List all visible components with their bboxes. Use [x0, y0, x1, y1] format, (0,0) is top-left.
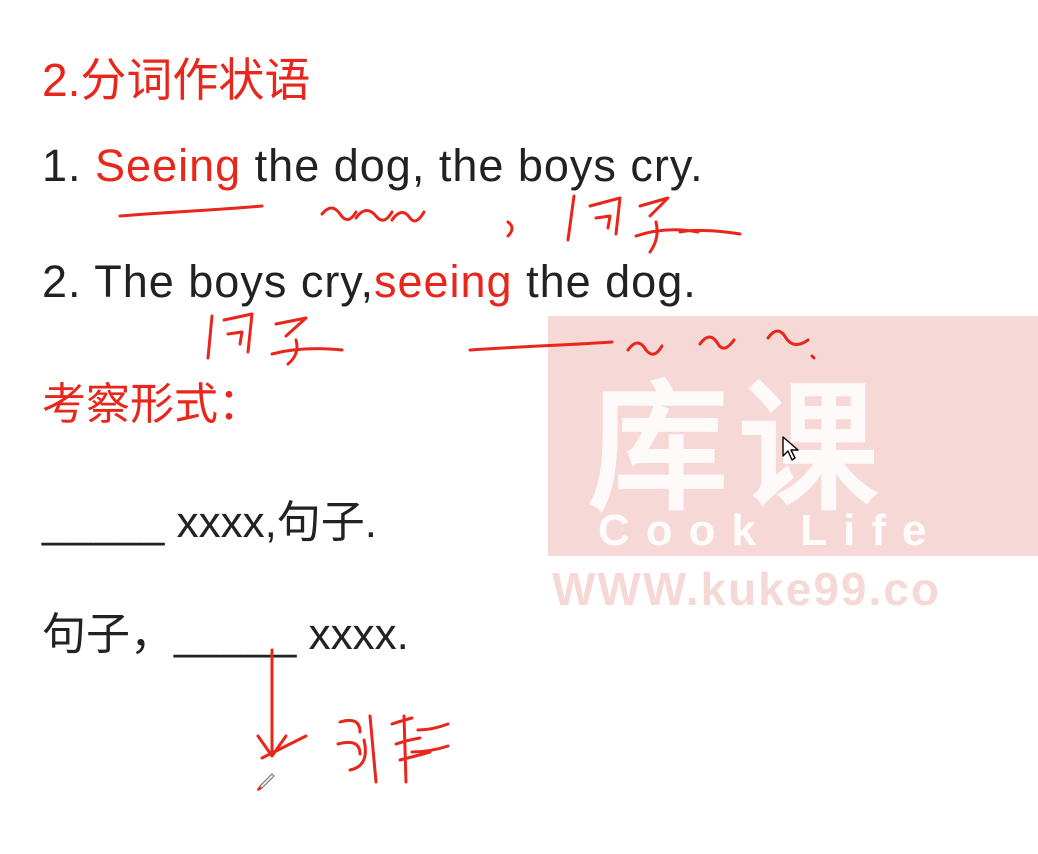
- sentence-2-rest: the dog.: [512, 256, 697, 307]
- arrow-cursor-icon: [782, 436, 799, 461]
- ink-xxx-1: [320, 206, 426, 223]
- example-sentence-2: 2. The boys cry,seeing the dog.: [42, 256, 697, 308]
- pattern-1: _____ xxxx,句子.: [42, 498, 378, 547]
- pattern-2: 句子，_____ xxxx.: [42, 610, 409, 659]
- ink-arrow: [256, 648, 308, 760]
- sentence-1-number: 1.: [42, 140, 96, 191]
- form-heading: 考察形式：: [42, 380, 262, 429]
- watermark: 库课 Cook Life WWW.kuke99.co: [548, 316, 1038, 616]
- example-sentence-1: 1. Seeing the dog, the boys cry.: [42, 140, 704, 192]
- ink-underline-1: [118, 204, 264, 218]
- sentence-1-rest: the dog, the boys cry.: [241, 140, 704, 191]
- ink-comma-1: [506, 220, 514, 238]
- ink-jz-1: [566, 194, 742, 254]
- ink-jz-2: [206, 312, 344, 366]
- ink-chars: [336, 714, 450, 784]
- pen-cursor-icon: [256, 773, 275, 792]
- sentence-2-lead: 2. The boys cry,: [42, 256, 374, 307]
- watermark-tagline: Cook Life: [598, 506, 943, 555]
- sentence-2-participle: seeing: [373, 256, 513, 307]
- watermark-url: WWW.kuke99.co: [552, 563, 941, 615]
- slide-title: 2.分词作状语: [42, 54, 311, 106]
- sentence-1-participle: Seeing: [95, 140, 242, 191]
